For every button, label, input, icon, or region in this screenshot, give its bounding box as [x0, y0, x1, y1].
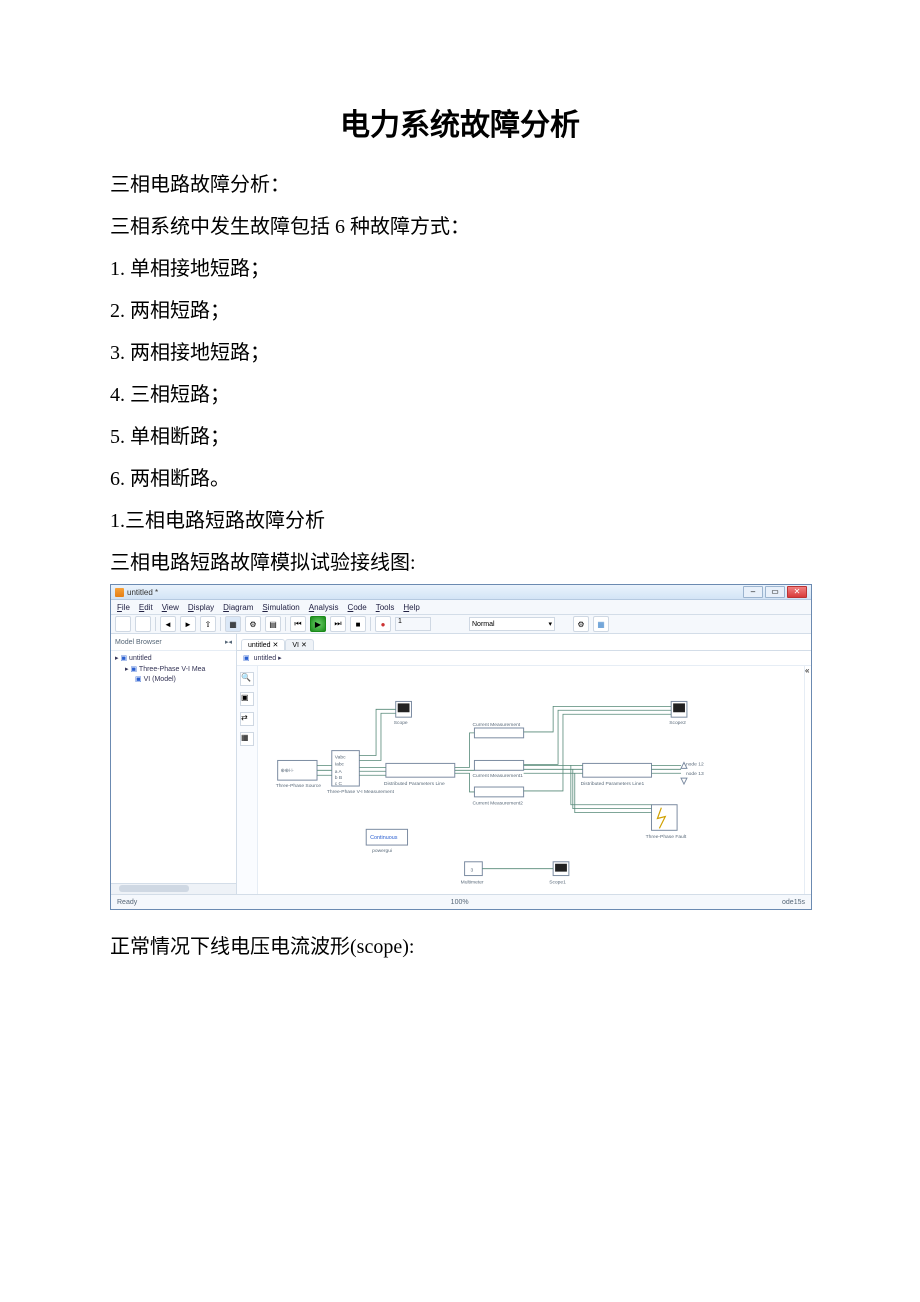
svg-text:Three-Phase Fault: Three-Phase Fault	[646, 834, 687, 840]
window-title: untitled *	[127, 588, 158, 597]
svg-text:node 13: node 13	[686, 771, 704, 777]
after-image-caption: 正常情况下线电压电流波形(scope):	[110, 926, 810, 968]
canvas-palette: 🔍 ▣ ⇄ ▦	[237, 666, 258, 894]
minimize-button[interactable]: –	[743, 586, 763, 598]
save-button[interactable]	[135, 616, 151, 632]
tree-node[interactable]: ▣ VI (Model)	[115, 675, 232, 686]
model-browser-panel: Model Browser ▸◂ ▸ ▣ untitled ▸ ▣ Three-…	[111, 634, 237, 894]
explorer-button[interactable]: ▤	[265, 616, 281, 632]
close-button[interactable]: ✕	[787, 586, 807, 598]
svg-text:Scope1: Scope1	[549, 879, 566, 885]
tree-node[interactable]: ▸ ▣ Three-Phase V-I Mea	[115, 665, 232, 676]
menu-file[interactable]: File	[117, 603, 130, 612]
simulink-window: untitled * – ▭ ✕ File Edit View Display …	[110, 584, 812, 910]
simulation-mode-select[interactable]: Normal▾	[469, 617, 555, 631]
svg-text:Continuous: Continuous	[370, 835, 398, 841]
intro-line-2: 三相系统中发生故障包括 6 种故障方式：	[110, 206, 810, 248]
svg-text:Current Measurement: Current Measurement	[472, 722, 520, 728]
menu-display[interactable]: Display	[188, 603, 214, 612]
svg-text:Current Measurement2: Current Measurement2	[472, 800, 523, 806]
list-item: 2. 两相短路；	[110, 290, 810, 332]
image-tool-icon[interactable]: ▦	[240, 732, 254, 746]
tree-root[interactable]: ▸ ▣ untitled	[115, 654, 232, 665]
svg-text:Scope2: Scope2	[669, 720, 686, 726]
list-item: 4. 三相短路；	[110, 374, 810, 416]
menu-help[interactable]: Help	[403, 603, 419, 612]
zoom-tool-icon[interactable]: 🔍	[240, 672, 254, 686]
svg-text:Multimeter: Multimeter	[461, 879, 484, 885]
list-item: 6. 两相断路。	[110, 458, 810, 500]
svg-text:node 12: node 12	[686, 761, 704, 767]
svg-text:Distributed Parameters Line1: Distributed Parameters Line1	[581, 781, 645, 787]
model-tabs: untitled ✕ VI ✕	[237, 634, 811, 651]
config-button[interactable]: ⚙	[245, 616, 261, 632]
svg-text:a A: a A	[335, 769, 343, 775]
status-bar: Ready 100% ode15s	[111, 894, 811, 909]
back-button[interactable]: ◄	[160, 616, 176, 632]
status-solver: ode15s	[782, 899, 805, 906]
tab-vi[interactable]: VI ✕	[285, 639, 313, 650]
window-titlebar[interactable]: untitled * – ▭ ✕	[111, 585, 811, 600]
svg-text:b B: b B	[335, 775, 343, 781]
svg-text:Current Measurement1: Current Measurement1	[472, 773, 523, 779]
section-1-heading: 1.三相电路短路故障分析	[110, 500, 810, 542]
menu-tools[interactable]: Tools	[376, 603, 395, 612]
library-button[interactable]: ▦	[225, 616, 241, 632]
menu-code[interactable]: Code	[348, 603, 367, 612]
bookmarks-button[interactable]: ▦	[593, 616, 609, 632]
stop-time-input[interactable]: 1	[395, 617, 431, 631]
record-button[interactable]: ●	[375, 616, 391, 632]
svg-text:Iabc: Iabc	[335, 761, 345, 767]
forward-button[interactable]: ►	[180, 616, 196, 632]
simulink-icon	[115, 588, 124, 597]
build-button[interactable]: ⚙	[573, 616, 589, 632]
breadcrumb[interactable]: ▣ untitled ▸	[237, 651, 811, 666]
model-icon: ▣	[243, 654, 250, 662]
browser-scrollbar[interactable]	[111, 883, 236, 894]
status-zoom: 100%	[451, 899, 469, 906]
svg-text:c C: c C	[335, 781, 343, 787]
list-item: 3. 两相接地短路；	[110, 332, 810, 374]
svg-text:⊕⊕⊦⊦: ⊕⊕⊦⊦	[281, 768, 295, 774]
step-forward-button[interactable]: ⏭	[330, 616, 346, 632]
svg-text:Distributed Parameters Line: Distributed Parameters Line	[384, 781, 445, 787]
svg-text:powergui: powergui	[372, 848, 392, 854]
tool-bar: ◄ ► ⇧ ▦ ⚙ ▤ ⏮ ▶ ⏭ ■ ● 1 Normal▾ ⚙ ▦	[111, 615, 811, 634]
block-label: Three-Phase Source	[276, 783, 322, 789]
svg-text:Vabc: Vabc	[335, 754, 346, 760]
menu-bar: File Edit View Display Diagram Simulatio…	[111, 600, 811, 615]
svg-text:Three-Phase V-I Measurement: Three-Phase V-I Measurement	[327, 789, 395, 795]
simulink-canvas[interactable]: ⊕⊕⊦⊦ Three-Phase Source Vabc Iabc a A b …	[258, 666, 804, 894]
svg-text:Scope: Scope	[394, 720, 408, 726]
status-ready: Ready	[117, 899, 137, 906]
menu-view[interactable]: View	[162, 603, 179, 612]
step-back-button[interactable]: ⏮	[290, 616, 306, 632]
page-title: 电力系统故障分析	[110, 100, 810, 144]
model-browser-header: Model Browser	[115, 639, 162, 646]
svg-text:3: 3	[470, 867, 473, 873]
menu-analysis[interactable]: Analysis	[309, 603, 339, 612]
tab-untitled[interactable]: untitled ✕	[241, 639, 285, 650]
section-1-caption: 三相电路短路故障模拟试验接线图:	[110, 542, 810, 584]
fit-tool-icon[interactable]: ▣	[240, 692, 254, 706]
menu-diagram[interactable]: Diagram	[223, 603, 253, 612]
intro-line-1: 三相电路故障分析：	[110, 164, 810, 206]
menu-edit[interactable]: Edit	[139, 603, 153, 612]
panel-pin-icon[interactable]: ▸◂	[225, 638, 232, 646]
list-item: 5. 单相断路；	[110, 416, 810, 458]
maximize-button[interactable]: ▭	[765, 586, 785, 598]
new-model-button[interactable]	[115, 616, 131, 632]
menu-simulation[interactable]: Simulation	[262, 603, 299, 612]
up-button[interactable]: ⇧	[200, 616, 216, 632]
stop-button[interactable]: ■	[350, 616, 366, 632]
list-item: 1. 单相接地短路；	[110, 248, 810, 290]
annotation-tool-icon[interactable]: ⇄	[240, 712, 254, 726]
run-button[interactable]: ▶	[310, 616, 326, 632]
canvas-collapse-icon[interactable]: «	[804, 666, 811, 894]
